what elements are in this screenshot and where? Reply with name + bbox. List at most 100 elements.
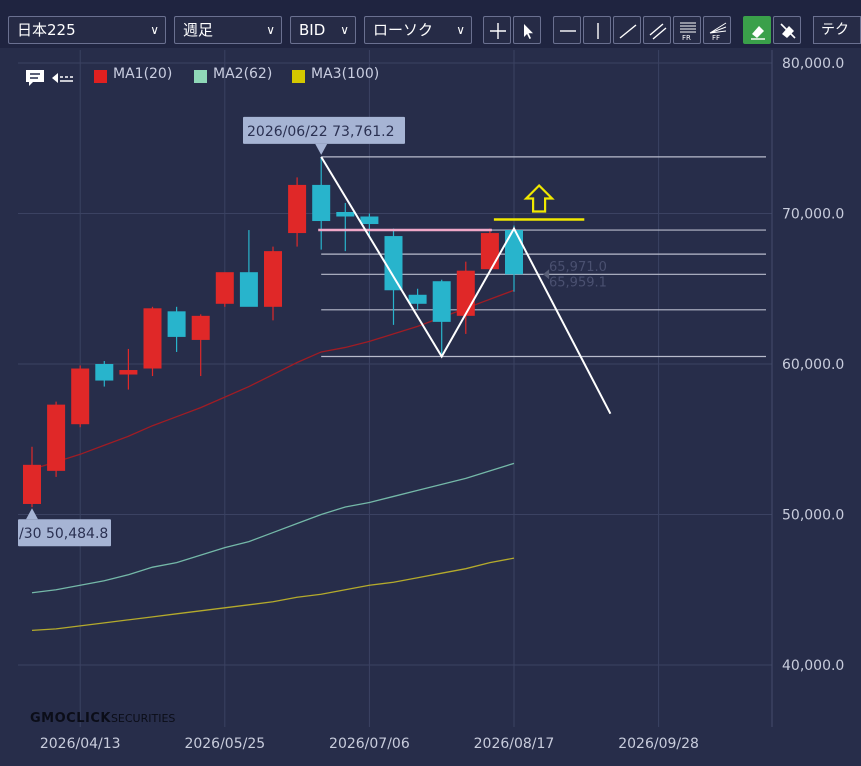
delete-all-button[interactable] — [773, 16, 801, 44]
candle-body — [167, 311, 186, 337]
ma1-legend-swatch — [94, 70, 107, 83]
candle — [215, 272, 234, 307]
ma3-legend-swatch — [292, 70, 305, 83]
crosshair-icon — [490, 23, 506, 39]
y-tick-label: 40,000.0 — [782, 658, 844, 674]
fibonacci-fan-icon: FF — [709, 22, 727, 41]
candle — [312, 156, 331, 250]
chevron-down-icon: ∨ — [456, 23, 465, 37]
chart-style-label: ローソク — [373, 21, 434, 39]
watermark-main: GMOCLICK — [30, 711, 111, 726]
candle-body — [456, 270, 475, 316]
delete-drawings-icon — [780, 23, 796, 39]
legend-collapse-icon[interactable] — [50, 70, 74, 84]
eraser-icon — [751, 26, 765, 40]
x-tick-label: 2026/08/17 — [474, 736, 555, 752]
candle-body — [432, 281, 451, 322]
period-select[interactable]: 週足 ∨ — [174, 16, 282, 44]
fibonacci-retracement-icon: FR — [680, 22, 696, 41]
chevron-down-icon: ∨ — [266, 23, 275, 37]
candle-body — [191, 315, 210, 340]
candle — [336, 202, 355, 252]
x-tick-label: 2026/09/28 — [618, 736, 699, 752]
candle-body — [336, 211, 355, 217]
candle — [143, 306, 162, 377]
fibonacci-fan-button[interactable]: FF — [703, 16, 731, 44]
last-price-marker — [543, 269, 550, 280]
candle-body — [23, 464, 41, 504]
candle-body — [143, 308, 162, 369]
ma1-legend-label: MA1(20) — [113, 66, 173, 82]
svg-text:FR: FR — [682, 34, 691, 41]
candle-body — [47, 404, 66, 471]
candle-body — [384, 236, 403, 291]
ma3-line — [31, 557, 515, 632]
x-tick-label: 2026/05/25 — [184, 736, 265, 752]
ma2-legend-label: MA2(62) — [213, 66, 273, 82]
channel-button[interactable] — [643, 16, 671, 44]
eraser-button[interactable] — [743, 16, 771, 44]
pointer-button[interactable] — [513, 16, 541, 44]
y-tick-label: 50,000.0 — [782, 508, 844, 524]
chevron-down-icon: ∨ — [150, 23, 159, 37]
candle-body — [505, 230, 523, 275]
candle — [167, 306, 186, 352]
candle-body — [408, 294, 427, 304]
vertical-line-button[interactable] — [583, 16, 611, 44]
chart-window: 日本225 ∨ 週足 ∨ BID ∨ ローソク ∨ FR FF テク 40,00… — [0, 0, 861, 766]
candle — [239, 230, 258, 307]
y-tick-label: 80,000.0 — [782, 56, 844, 72]
value-callout: 2026/06/22 73,761.2 — [243, 116, 405, 155]
callout-text: /30 50,484.8 — [19, 526, 108, 542]
candle — [264, 246, 282, 321]
y-tick-label: 70,000.0 — [782, 207, 844, 223]
toolbar: 日本225 ∨ 週足 ∨ BID ∨ ローソク ∨ FR FF テク — [0, 0, 861, 48]
value-callout: /30 50,484.8 — [18, 508, 111, 547]
x-tick-label: 2026/04/13 — [40, 736, 121, 752]
ma2-legend-swatch — [194, 70, 207, 83]
chart-style-select[interactable]: ローソク ∨ — [364, 16, 472, 44]
comment-icon[interactable] — [24, 68, 46, 88]
candle — [23, 446, 41, 508]
technical-tab-label: テクニ — [821, 22, 849, 38]
watermark-logo: GMOCLICKSECURITIES — [30, 711, 175, 726]
horizontal-line-icon — [560, 30, 576, 32]
x-tick-label: 2026/07/06 — [329, 736, 410, 752]
price-chart[interactable]: 40,000.0 50,000.0 60,000.0 70,000.0 80,000.0… — [0, 48, 861, 766]
symbol-label: 日本225 — [17, 21, 76, 39]
candle — [505, 225, 523, 292]
crosshair-button[interactable] — [483, 16, 511, 44]
callout-text: 2026/06/22 73,761.2 — [247, 124, 395, 140]
watermark-sub: SECURITIES — [110, 712, 176, 725]
callout-pointer — [315, 143, 328, 155]
candle-body — [239, 272, 258, 307]
technical-tab[interactable]: テクニ — [813, 16, 861, 44]
cursor-arrow-icon — [524, 24, 533, 39]
vertical-line-icon — [597, 23, 599, 39]
candle-body — [71, 368, 90, 425]
chevron-down-icon: ∨ — [340, 23, 349, 37]
price-type-label: BID — [299, 21, 326, 39]
candle — [480, 228, 499, 273]
candle-body — [288, 184, 307, 234]
callout-pointer — [26, 508, 38, 520]
period-label: 週足 — [183, 21, 214, 39]
candle-body — [360, 216, 379, 225]
horizontal-line-button[interactable] — [553, 16, 581, 44]
candle — [71, 365, 90, 428]
candle-body — [312, 184, 331, 222]
candle-body — [119, 370, 138, 375]
candle-body — [215, 272, 234, 304]
trend-line-button[interactable] — [613, 16, 641, 44]
candle-body — [95, 364, 114, 381]
candle-body — [264, 251, 282, 307]
candle — [95, 360, 114, 387]
y-tick-label: 60,000.0 — [782, 357, 844, 373]
candle-body — [480, 233, 499, 270]
ma3-legend-label: MA3(100) — [311, 66, 380, 82]
symbol-select[interactable]: 日本225 ∨ — [8, 16, 166, 44]
price-label: 65,971.0 — [549, 260, 607, 275]
candle — [191, 314, 210, 377]
fibonacci-retracement-button[interactable]: FR — [673, 16, 701, 44]
price-type-select[interactable]: BID ∨ — [290, 16, 356, 44]
